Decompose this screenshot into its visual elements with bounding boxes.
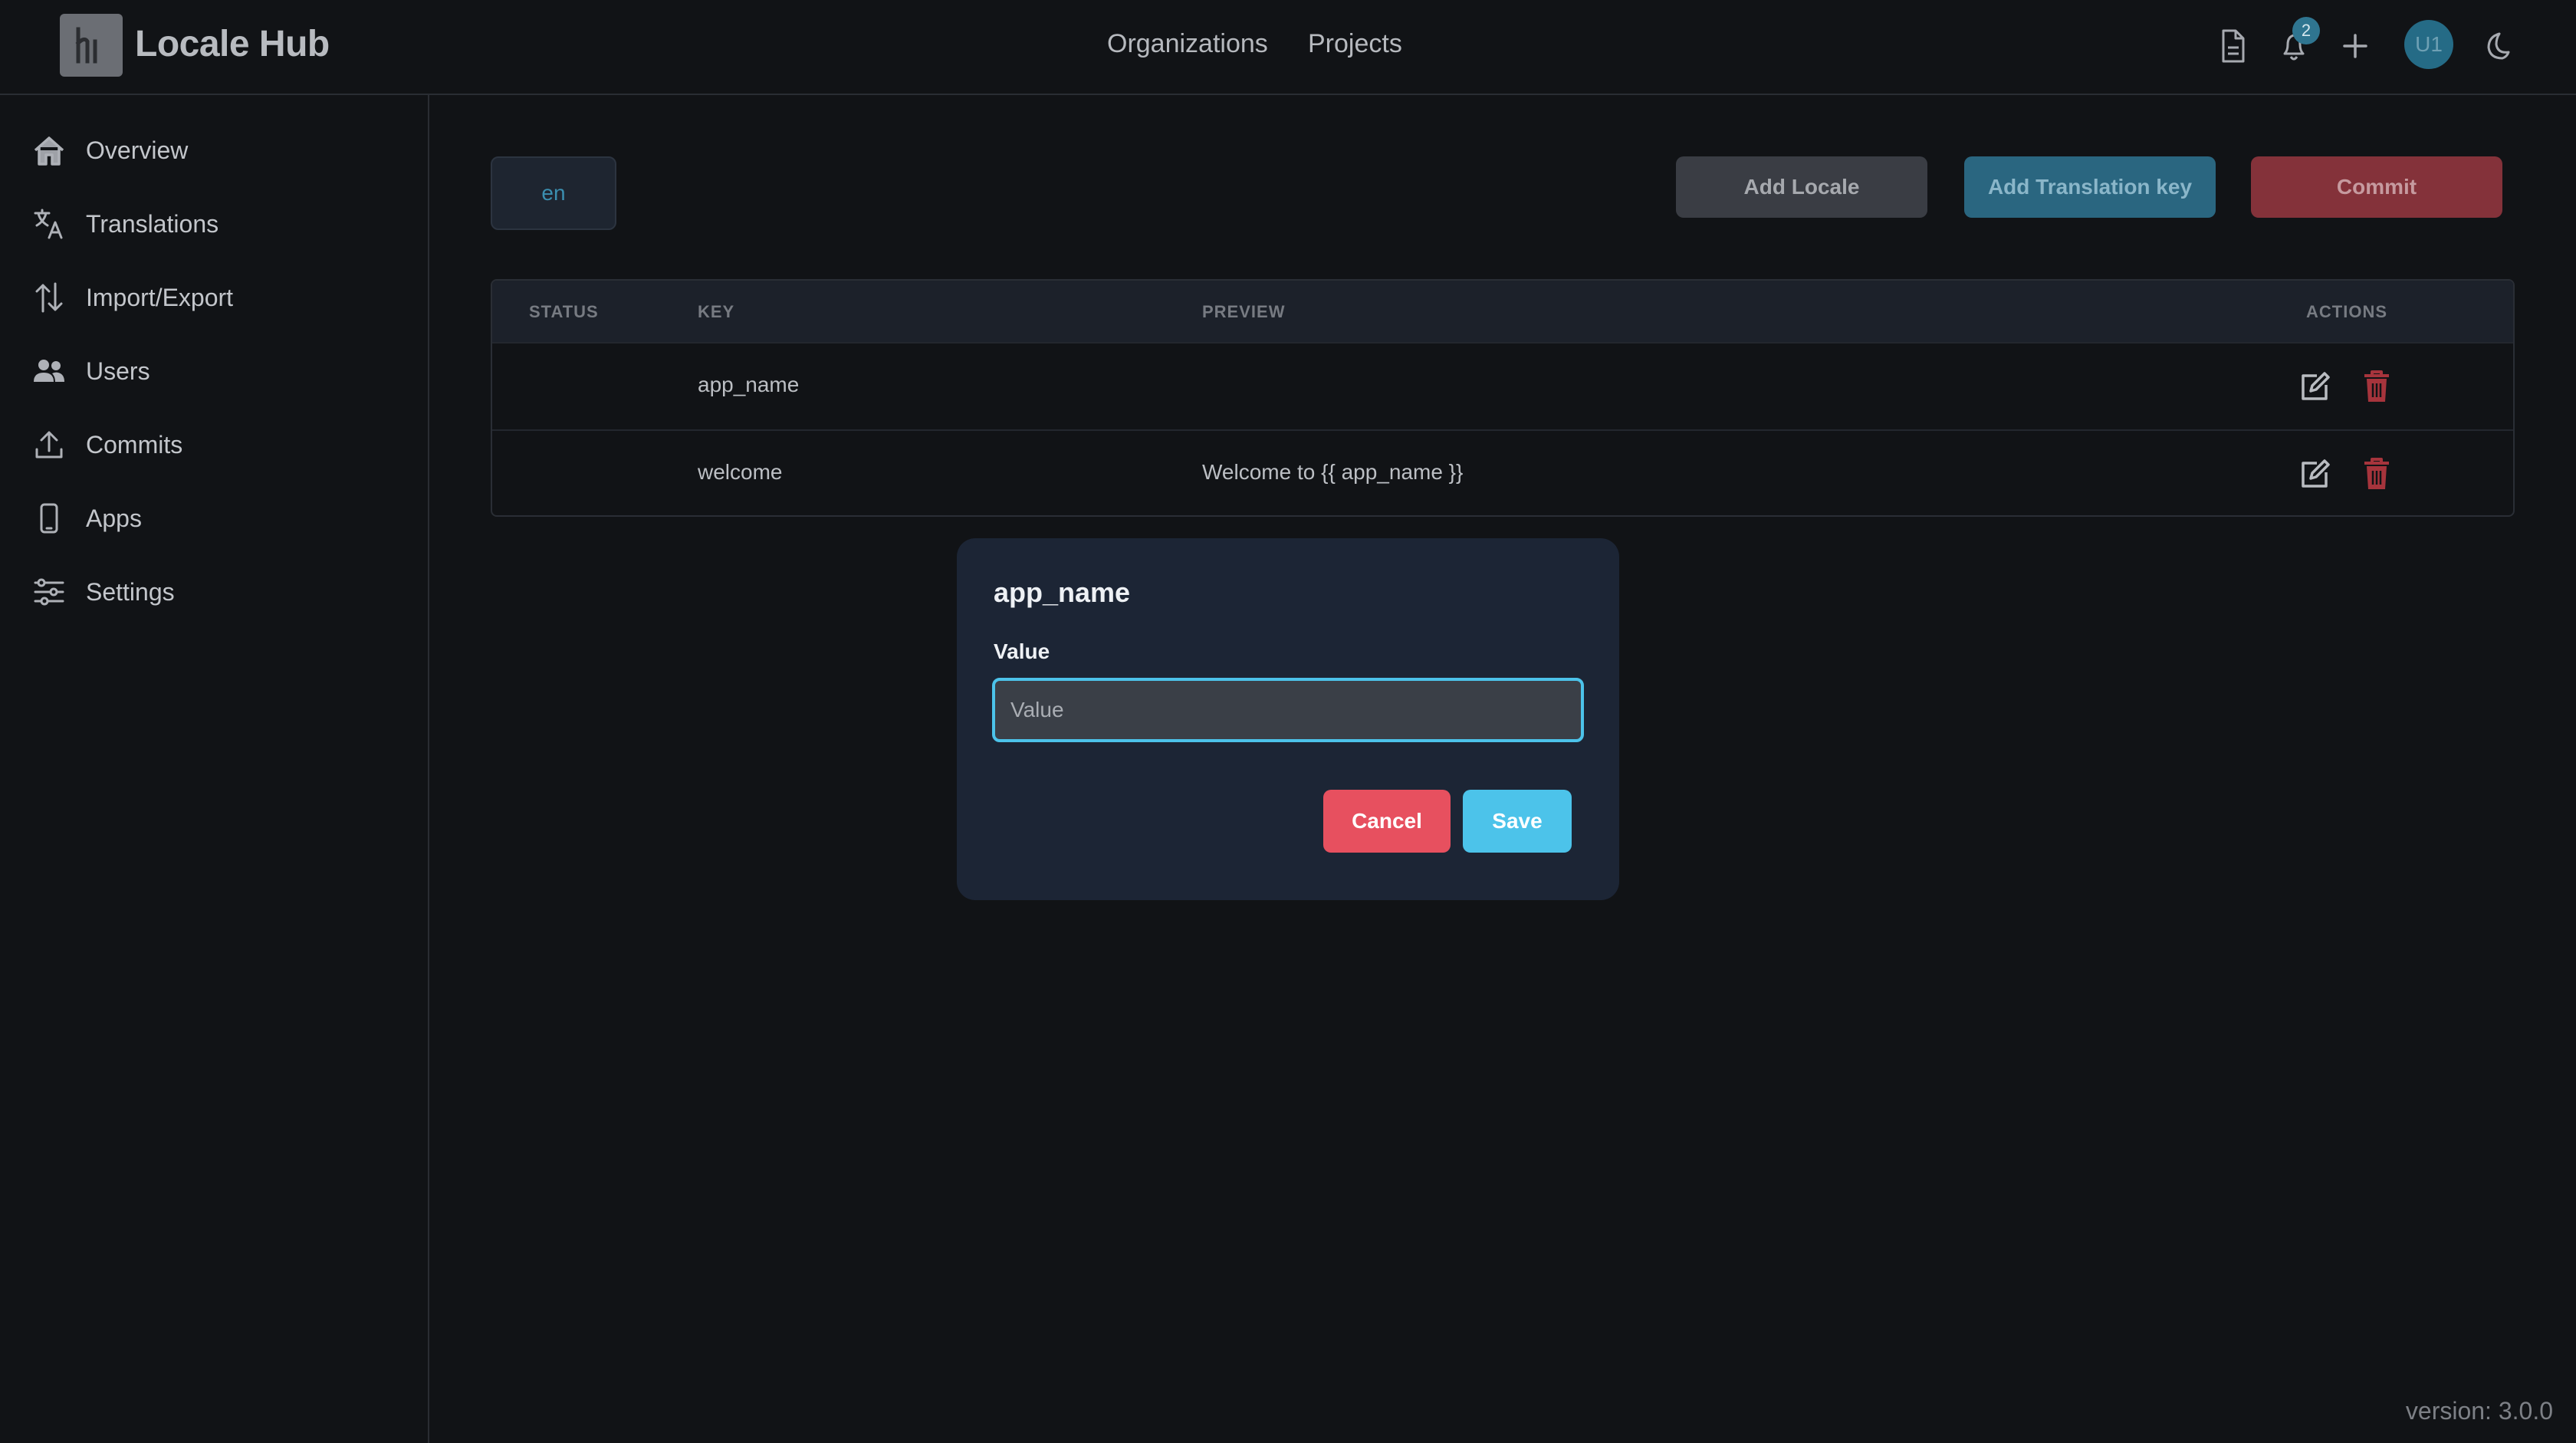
nav-organizations[interactable]: Organizations [1107,29,1268,59]
logo-glyph-icon [75,27,97,64]
sidebar-item-label: Commits [86,430,183,459]
mobile-icon [31,500,67,537]
sidebar-item-label: Apps [86,504,142,532]
app-title: Locale Hub [135,24,330,64]
value-input[interactable] [992,678,1584,742]
upload-icon [31,426,67,463]
column-header-actions: ACTIONS [2306,302,2387,321]
sidebar-item-overview[interactable]: Overview [31,123,399,178]
sidebar-item-label: Settings [86,577,175,606]
add-translation-key-button[interactable]: Add Translation key [1964,156,2216,218]
edit-icon[interactable] [2295,367,2335,406]
save-button[interactable]: Save [1463,790,1572,853]
sidebar-item-label: Users [86,357,150,385]
trash-icon[interactable] [2357,367,2397,406]
trash-icon[interactable] [2357,454,2397,494]
sidebar-item-commits[interactable]: Commits [31,417,399,472]
notification-badge: 2 [2292,17,2320,44]
translations-table: STATUS KEY PREVIEW ACTIONS app_name welc… [491,279,2515,517]
table-header: STATUS KEY PREVIEW ACTIONS [492,281,2513,342]
home-icon [31,132,67,169]
add-locale-button[interactable]: Add Locale [1676,156,1927,218]
cancel-button[interactable]: Cancel [1323,790,1451,853]
nav-projects[interactable]: Projects [1308,29,1402,59]
sidebar-item-label: Translations [86,209,219,238]
avatar[interactable]: U1 [2404,20,2453,69]
moon-icon[interactable] [2473,23,2519,69]
sidebar-item-settings[interactable]: Settings [31,564,399,620]
translate-icon [31,205,67,242]
edit-icon[interactable] [2295,454,2335,494]
import-export-icon [31,279,67,316]
users-icon [31,353,67,390]
sidebar-item-import-export[interactable]: Import/Export [31,270,399,325]
version-label: version: 3.0.0 [2405,1397,2553,1425]
table-row: app_name [492,342,2513,429]
column-header-status: STATUS [529,302,599,321]
row-preview: Welcome to {{ app_name }} [1202,460,1464,484]
modal-title: app_name [994,577,1131,608]
sidebar-item-apps[interactable]: Apps [31,491,399,546]
app-logo[interactable] [60,14,123,77]
document-icon[interactable] [2210,23,2256,69]
row-key: app_name [698,373,800,396]
sidebar-item-translations[interactable]: Translations [31,196,399,251]
sidebar-item-label: Overview [86,136,189,164]
column-header-key: KEY [698,302,735,321]
sliders-icon [31,574,67,610]
sidebar: Overview Translations Import/Export User… [0,95,429,1443]
table-row: welcome Welcome to {{ app_name }} [492,429,2513,515]
value-label: Value [994,639,1050,663]
plus-icon[interactable] [2332,23,2378,69]
locale-selector[interactable]: en [491,156,616,230]
top-bar: Locale Hub Organizations Projects 2 U1 [0,0,2576,95]
commit-button[interactable]: Commit [2251,156,2502,218]
edit-value-modal: app_name Value Cancel Save [957,538,1619,900]
row-key: welcome [698,460,783,484]
column-header-preview: PREVIEW [1202,302,1286,321]
sidebar-item-label: Import/Export [86,283,234,311]
sidebar-item-users[interactable]: Users [31,343,399,399]
